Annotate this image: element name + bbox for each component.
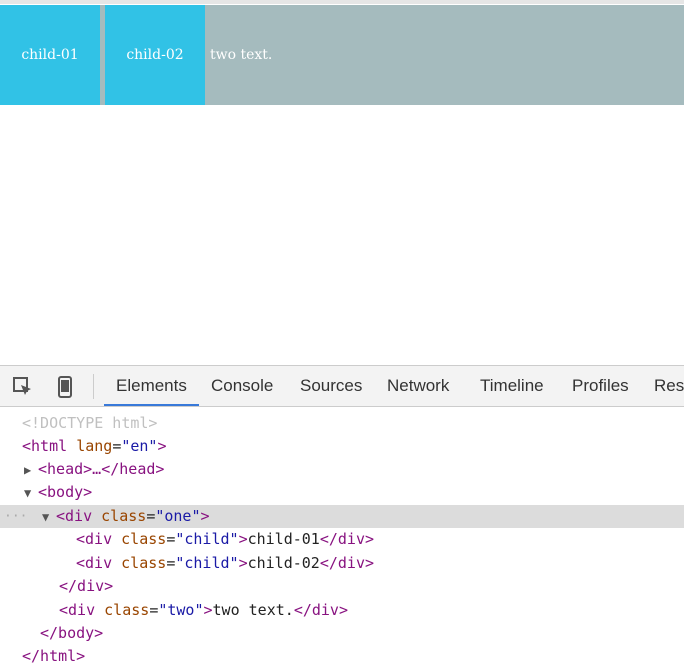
dom-line-div-one[interactable]: ··· ▼ <div class="one"> bbox=[0, 505, 684, 528]
dom-line-html-close[interactable]: </html> bbox=[0, 645, 684, 668]
class-value-two: "two" bbox=[158, 601, 204, 619]
devtools-toolbar: Elements Console Sources Network Timelin… bbox=[0, 366, 684, 407]
body-close-tag: </body> bbox=[40, 624, 104, 642]
tab-console[interactable]: Console bbox=[211, 366, 273, 406]
doctype-text: <!DOCTYPE html> bbox=[22, 414, 158, 432]
class-attribute: class bbox=[121, 530, 167, 548]
child-01-text: child-01 bbox=[21, 47, 79, 63]
html-close-tag: </html> bbox=[22, 647, 86, 665]
more-options-icon[interactable]: ··· bbox=[4, 505, 27, 528]
lang-attribute: lang bbox=[76, 437, 113, 455]
close-angle: > bbox=[238, 554, 248, 572]
close-angle: > bbox=[238, 530, 248, 548]
tab-timeline[interactable]: Timeline bbox=[480, 366, 544, 406]
devtools-panel: Elements Console Sources Network Timelin… bbox=[0, 365, 684, 672]
browser-viewport: child-01 child-02 two text. bbox=[0, 0, 684, 365]
class-value-child: "child" bbox=[175, 554, 239, 572]
device-mode-icon[interactable] bbox=[54, 376, 76, 398]
dom-line-div-one-close[interactable]: </div> bbox=[0, 575, 684, 598]
div-open-tag: <div bbox=[59, 601, 96, 619]
toolbar-separator bbox=[93, 374, 94, 399]
head-collapsed: <head>…</head> bbox=[38, 460, 165, 478]
body-open-tag: <body> bbox=[38, 483, 93, 501]
child-02-box: child-02 bbox=[105, 5, 205, 105]
dom-line-doctype[interactable]: <!DOCTYPE html> bbox=[0, 412, 684, 435]
div-open-tag: <div bbox=[56, 507, 93, 525]
equals-sign: = bbox=[166, 530, 176, 548]
tab-elements[interactable]: Elements bbox=[104, 366, 199, 406]
div-close-tag: </div> bbox=[293, 601, 348, 619]
div-two-text: two text. bbox=[210, 47, 273, 63]
dom-line-html[interactable]: <html lang="en"> bbox=[0, 435, 684, 458]
div-open-tag: <div bbox=[76, 554, 113, 572]
class-value-one: "one" bbox=[155, 507, 201, 525]
equals-sign: = bbox=[146, 507, 156, 525]
viewport-top-edge bbox=[0, 0, 684, 4]
tab-profiles[interactable]: Profiles bbox=[572, 366, 629, 406]
child-01-box: child-01 bbox=[0, 5, 100, 105]
dom-tree: <!DOCTYPE html> <html lang="en"> ▶ <head>… bbox=[0, 408, 684, 672]
dom-line-child-01[interactable]: <div class="child">child-01</div> bbox=[0, 528, 684, 551]
dom-line-body[interactable]: ▼ <body> bbox=[0, 481, 684, 504]
tab-network[interactable]: Network bbox=[387, 366, 449, 406]
dom-line-div-two[interactable]: <div class="two">two text.</div> bbox=[0, 599, 684, 622]
two-text-node: two text. bbox=[212, 601, 294, 619]
class-attribute: class bbox=[104, 601, 150, 619]
close-angle: > bbox=[200, 507, 210, 525]
div-close-tag: </div> bbox=[319, 554, 375, 572]
collapsed-triangle-icon[interactable]: ▶ bbox=[24, 459, 38, 482]
expanded-triangle-icon[interactable]: ▼ bbox=[24, 482, 38, 505]
child-02-text: child-02 bbox=[126, 47, 184, 63]
equals-sign: = bbox=[112, 437, 122, 455]
child-02-text-node: child-02 bbox=[247, 554, 320, 572]
equals-sign: = bbox=[149, 601, 159, 619]
close-angle: > bbox=[203, 601, 213, 619]
div-open-tag: <div bbox=[76, 530, 113, 548]
child-01-text-node: child-01 bbox=[247, 530, 320, 548]
div-close-tag: </div> bbox=[59, 577, 114, 595]
tab-resources[interactable]: Reso bbox=[654, 366, 684, 406]
div-close-tag: </div> bbox=[319, 530, 375, 548]
dom-line-child-02[interactable]: <div class="child">child-02</div> bbox=[0, 552, 684, 575]
div-one: child-01 child-02 two text. bbox=[0, 5, 684, 105]
inspect-element-icon[interactable] bbox=[12, 376, 34, 398]
class-attribute: class bbox=[121, 554, 167, 572]
lang-value: "en" bbox=[121, 437, 158, 455]
expanded-triangle-icon[interactable]: ▼ bbox=[42, 506, 56, 529]
tab-sources[interactable]: Sources bbox=[300, 366, 362, 406]
html-open-tag: <html bbox=[22, 437, 68, 455]
equals-sign: = bbox=[166, 554, 176, 572]
close-angle: > bbox=[157, 437, 167, 455]
class-attribute: class bbox=[101, 507, 147, 525]
class-value-child: "child" bbox=[175, 530, 239, 548]
dom-line-head[interactable]: ▶ <head>…</head> bbox=[0, 458, 684, 481]
dom-line-body-close[interactable]: </body> bbox=[0, 622, 684, 645]
